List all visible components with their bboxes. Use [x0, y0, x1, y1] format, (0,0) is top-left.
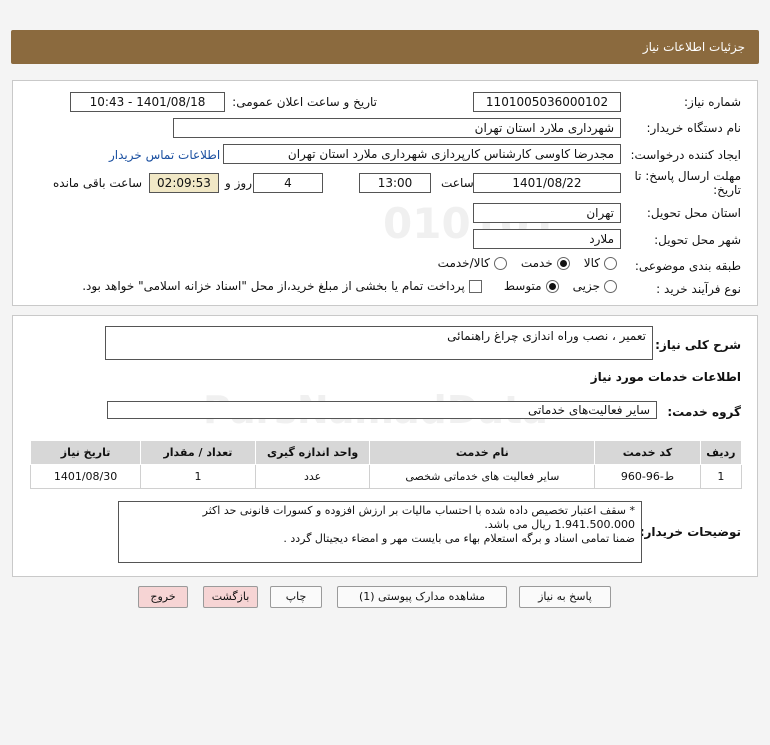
days-label: روز و [225, 176, 252, 190]
print-button[interactable]: چاپ [270, 586, 322, 608]
radio-selected-icon [545, 279, 559, 293]
deadline-time-label: ساعت [441, 176, 474, 190]
buyer-note-line: 1.941.500.000 ریال می باشد. [484, 518, 635, 531]
col-quantity: تعداد / مقدار [140, 440, 256, 465]
reply-button[interactable]: پاسخ به نیاز [519, 586, 611, 608]
buyer-notes-box: * سقف اعتبار تخصیص داده شده با احتساب ما… [118, 501, 642, 563]
col-service-code: کد خدمت [594, 440, 701, 465]
remaining-time-field: 02:09:53 [149, 173, 219, 193]
summary-field: تعمیر ، نصب وراه اندازی چراغ راهنمائی [105, 326, 653, 360]
radio-icon [604, 256, 617, 270]
cell-unit: عدد [254, 464, 371, 489]
process-option-minor[interactable]: جزیی [573, 279, 617, 293]
deadline-label: مهلت ارسال پاسخ: تا [634, 169, 741, 183]
category-option-goods[interactable]: کالا [584, 256, 617, 270]
buyer-contact-link[interactable]: اطلاعات تماس خریدار [109, 148, 220, 162]
view-attachments-button[interactable]: مشاهده مدارک پیوستی (1) [337, 586, 507, 608]
col-service-name: نام خدمت [369, 440, 596, 465]
services-title: اطلاعات خدمات مورد نیاز [590, 370, 741, 384]
radio-selected-icon [556, 256, 570, 270]
buyer-notes-label: توضیحات خریدار: [639, 525, 741, 539]
process-option-medium[interactable]: متوسط [504, 279, 559, 293]
announce-label: تاریخ و ساعت اعلان عمومی: [232, 95, 377, 109]
province-field: تهران [473, 203, 621, 223]
cell-quantity: 1 [140, 464, 256, 489]
cell-row: 1 [699, 464, 743, 489]
exit-button[interactable]: خروج [138, 586, 188, 608]
buyer-note-line: ضمنا تمامی اسناد و برگه استعلام بهاء می … [283, 532, 635, 545]
services-table: ردیف کد خدمت نام خدمت واحد اندازه گیری ت… [29, 440, 743, 489]
announce-field: 1401/08/18 - 10:43 [70, 92, 225, 112]
need-details-panel: ParsNamadData شرح کلی نیاز: تعمیر ، نصب … [12, 315, 758, 577]
buyer-field: شهرداری ملارد استان تهران [173, 118, 621, 138]
buyer-label: نام دستگاه خریدار: [646, 121, 742, 135]
city-label: شهر محل تحویل: [654, 233, 741, 247]
need-number-label: شماره نیاز: [684, 95, 741, 109]
process-options: جزیی متوسط پرداخت تمام یا بخشی از مبلغ خ… [82, 279, 617, 293]
col-need-date: تاریخ نیاز [29, 440, 142, 465]
deadline-date-field: 1401/08/22 [473, 173, 621, 193]
buyer-note-line: * سقف اعتبار تخصیص داده شده با احتساب ما… [202, 504, 635, 517]
deadline-time-field: 13:00 [359, 173, 431, 193]
col-unit: واحد اندازه گیری [254, 440, 371, 465]
cell-service-name: سایر فعالیت های خدماتی شخصی [369, 464, 596, 489]
checkbox-icon [468, 279, 482, 293]
city-field: ملارد [473, 229, 621, 249]
province-label: استان محل تحویل: [646, 206, 741, 220]
col-row: ردیف [699, 440, 743, 465]
category-options: کالا خدمت کالا/خدمت [424, 256, 617, 270]
days-field: 4 [253, 173, 323, 193]
creator-field: مجدرضا کاوسی کارشناس کارپردازی شهرداری م… [223, 144, 621, 164]
category-label: طبقه بندی موضوعی: [634, 259, 741, 273]
back-button[interactable]: بازگشت [203, 586, 258, 608]
page-header: جزئیات اطلاعات نیاز [11, 30, 759, 64]
service-group-field: سایر فعالیت‌های خدماتی [107, 401, 657, 419]
need-number-field: 1101005036000102 [473, 92, 621, 112]
creator-label: ایجاد کننده درخواست: [630, 148, 741, 162]
process-label: نوع فرآیند خرید : [656, 282, 741, 296]
deadline-label-date: تاریخ: [713, 183, 741, 197]
radio-icon [493, 256, 507, 270]
table-row: 1 ط-96-960 سایر فعالیت های خدماتی شخصی ع… [29, 464, 743, 489]
table-header-row: ردیف کد خدمت نام خدمت واحد اندازه گیری ت… [29, 440, 743, 465]
remaining-label: ساعت باقی مانده [53, 176, 143, 190]
treasury-payment-option[interactable]: پرداخت تمام یا بخشی از مبلغ خرید،از محل … [82, 279, 482, 293]
page-title: جزئیات اطلاعات نیاز [642, 40, 745, 54]
category-option-service[interactable]: خدمت [521, 256, 570, 270]
cell-need-date: 1401/08/30 [29, 464, 142, 489]
need-info-panel: 010101 شماره نیاز: 1101005036000102 تاری… [12, 80, 758, 306]
radio-icon [604, 279, 617, 293]
service-group-label: گروه خدمت: [667, 405, 741, 419]
category-option-goods-service[interactable]: کالا/خدمت [438, 256, 507, 270]
summary-label: شرح کلی نیاز: [655, 338, 741, 352]
cell-service-code: ط-96-960 [594, 464, 701, 489]
